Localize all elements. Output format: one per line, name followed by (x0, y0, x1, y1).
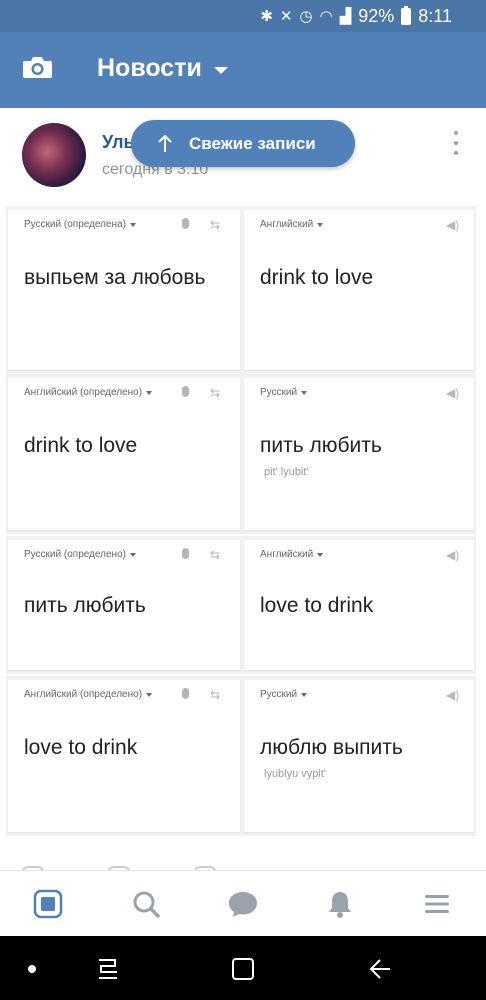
source-text: выпьем за любовь (24, 266, 206, 289)
translation-card: Английский (определено) ⇆ love to drink … (6, 676, 476, 836)
source-text: пить любить (24, 594, 146, 617)
news-feed[interactable]: Уль сегодня в 3:10 Свежие записи Русский… (0, 108, 486, 870)
status-bar: ✱ ✕ ◷ ◠ ▟ 92% 8:11 (0, 0, 486, 32)
mic-icon (182, 386, 189, 400)
notifications-icon[interactable] (323, 887, 357, 921)
source-language: Русский (определено) (24, 549, 136, 560)
battery-percent: 92% (358, 5, 395, 26)
speaker-icon: ◀) (446, 548, 460, 562)
bluetooth-icon: ✱ (260, 7, 273, 25)
arrow-up-icon (158, 134, 172, 152)
target-pane: Русский ◀) пить любить pit' lyubit' (244, 378, 474, 530)
signal-icon: ▟ (339, 7, 352, 25)
caret-down-icon (213, 66, 228, 74)
fresh-posts-label: Свежие записи (189, 133, 316, 153)
dot-icon (17, 954, 47, 984)
source-pane: Английский (определено) ⇆ drink to love (8, 378, 240, 530)
more-options-icon[interactable] (451, 131, 461, 155)
source-language: Английский (определено) (24, 689, 153, 700)
swap-icon: ⇆ (210, 218, 221, 232)
wifi-icon: ◠ (319, 7, 333, 25)
source-pane: Английский (определено) ⇆ love to drink (8, 680, 240, 832)
translation-card: Русский (определена) ⇆ выпьем за любовь … (6, 206, 476, 374)
bottom-navigation (0, 870, 486, 936)
system-navigation (0, 936, 486, 1000)
target-text: пить любить (260, 434, 382, 457)
target-language: Английский (260, 219, 324, 230)
target-pane: Английский ◀) love to drink (244, 540, 474, 670)
fresh-posts-button[interactable]: Свежие записи (131, 120, 355, 167)
menu-icon[interactable] (420, 887, 454, 921)
camera-icon[interactable] (22, 56, 53, 79)
speaker-icon: ◀) (446, 688, 460, 702)
transliteration: lyublyu vypit' (264, 768, 327, 780)
mic-icon (182, 548, 189, 562)
mic-icon (182, 688, 189, 702)
source-text: love to drink (24, 736, 138, 759)
home-icon[interactable] (228, 954, 258, 984)
avatar[interactable] (22, 123, 86, 187)
target-text: drink to love (260, 266, 374, 289)
speaker-icon: ◀) (446, 218, 460, 232)
transliteration: pit' lyubit' (264, 466, 309, 478)
target-text: love to drink (260, 594, 374, 617)
recent-apps-icon[interactable] (93, 954, 123, 984)
target-pane: Английский ◀) drink to love (244, 210, 474, 370)
source-text: drink to love (24, 434, 138, 457)
target-pane: Русский ◀) люблю выпить lyublyu vypit' (244, 680, 474, 832)
swap-icon: ⇆ (210, 386, 221, 400)
translation-card: Английский (определено) ⇆ drink to love … (6, 374, 476, 534)
target-language: Русский (260, 387, 308, 398)
mic-icon (182, 218, 189, 232)
source-pane: Русский (определено) ⇆ пить любить (8, 540, 240, 670)
alarm-icon: ◷ (299, 7, 313, 25)
translation-card: Русский (определено) ⇆ пить любить Англи… (6, 536, 476, 674)
clock: 8:11 (418, 5, 452, 26)
search-icon[interactable] (129, 887, 163, 921)
battery-icon (401, 5, 412, 25)
page-title: Новости (97, 54, 202, 82)
swap-icon: ⇆ (210, 688, 221, 702)
source-language: Английский (определено) (24, 387, 153, 398)
target-text: люблю выпить (260, 736, 403, 759)
mute-icon: ✕ (279, 7, 293, 25)
messages-icon[interactable] (226, 887, 260, 921)
target-language: Русский (260, 689, 308, 700)
news-icon[interactable] (31, 887, 65, 921)
target-language: Английский (260, 549, 324, 560)
post-author[interactable]: Уль (102, 132, 135, 153)
source-language: Русский (определена) (24, 219, 136, 230)
back-icon[interactable] (364, 954, 394, 984)
speaker-icon: ◀) (446, 386, 460, 400)
source-pane: Русский (определена) ⇆ выпьем за любовь (8, 210, 240, 370)
swap-icon: ⇆ (210, 548, 221, 562)
app-bar: Новости (0, 32, 486, 108)
feed-selector[interactable]: Новости (97, 54, 228, 83)
